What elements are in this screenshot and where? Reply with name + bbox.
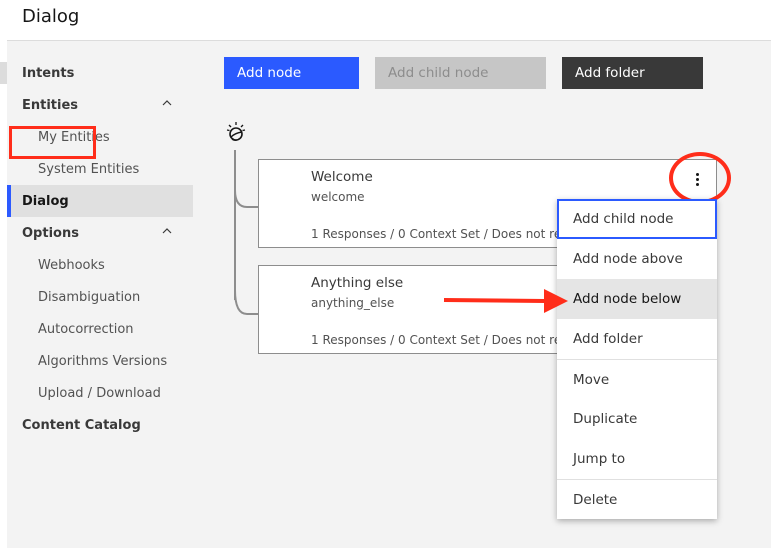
annotation-arrow-icon — [443, 289, 568, 313]
sidebar-item-content-catalog[interactable]: Content Catalog — [7, 409, 193, 441]
page-title: Dialog — [22, 6, 80, 27]
sidebar-item-webhooks[interactable]: Webhooks — [7, 249, 193, 281]
watson-bulb-icon — [225, 121, 249, 145]
sidebar: Intents Entities My Entities System Enti… — [7, 57, 193, 441]
add-child-node-button[interactable]: Add child node — [375, 57, 546, 89]
sidebar-item-disambiguation[interactable]: Disambiguation — [7, 281, 193, 313]
left-edge-tab — [0, 62, 7, 84]
menu-item-add-child-node[interactable]: Add child node — [557, 199, 717, 239]
sidebar-item-label: Autocorrection — [38, 321, 134, 337]
node-title: Anything else — [311, 275, 404, 291]
annotation-highlight-box — [9, 126, 96, 159]
chevron-up-icon[interactable] — [162, 98, 172, 108]
chevron-up-icon[interactable] — [162, 226, 172, 236]
node-context-menu: Add child node Add node above Add node b… — [557, 199, 717, 519]
add-node-button[interactable]: Add node — [224, 57, 359, 89]
sidebar-item-entities[interactable]: Entities — [7, 89, 193, 121]
sidebar-item-upload-download[interactable]: Upload / Download — [7, 377, 193, 409]
sidebar-item-label: Intents — [22, 65, 75, 81]
sidebar-item-label: Options — [22, 225, 79, 241]
node-title: Welcome — [311, 169, 373, 185]
sidebar-item-label: Content Catalog — [22, 417, 141, 433]
menu-item-add-node-above[interactable]: Add node above — [557, 239, 717, 279]
node-condition: welcome — [311, 190, 365, 204]
sidebar-item-label: Webhooks — [38, 257, 105, 273]
menu-item-add-node-below[interactable]: Add node below — [557, 279, 717, 319]
node-summary: 1 Responses / 0 Context Set / Does not r… — [311, 333, 557, 347]
menu-item-duplicate[interactable]: Duplicate — [557, 399, 717, 439]
sidebar-item-algorithms-versions[interactable]: Algorithms Versions — [7, 345, 193, 377]
annotation-highlight-circle — [669, 152, 731, 204]
sidebar-item-autocorrection[interactable]: Autocorrection — [7, 313, 193, 345]
add-folder-button[interactable]: Add folder — [562, 57, 703, 89]
sidebar-item-dialog[interactable]: Dialog — [7, 185, 193, 217]
menu-item-move[interactable]: Move — [557, 359, 717, 399]
menu-item-jump-to[interactable]: Jump to — [557, 439, 717, 479]
sidebar-item-label: Entities — [22, 97, 79, 113]
menu-item-add-folder[interactable]: Add folder — [557, 319, 717, 359]
sidebar-item-label: Algorithms Versions — [38, 353, 168, 369]
sidebar-item-label: Disambiguation — [38, 289, 141, 305]
node-condition: anything_else — [311, 296, 395, 310]
sidebar-item-label: Dialog — [22, 193, 69, 209]
sidebar-item-intents[interactable]: Intents — [7, 57, 193, 89]
sidebar-item-options[interactable]: Options — [7, 217, 193, 249]
sidebar-item-label: Upload / Download — [38, 385, 161, 401]
sidebar-item-label: System Entities — [38, 161, 140, 177]
node-summary: 1 Responses / 0 Context Set / Does not r… — [311, 227, 557, 241]
menu-item-delete[interactable]: Delete — [557, 479, 717, 519]
